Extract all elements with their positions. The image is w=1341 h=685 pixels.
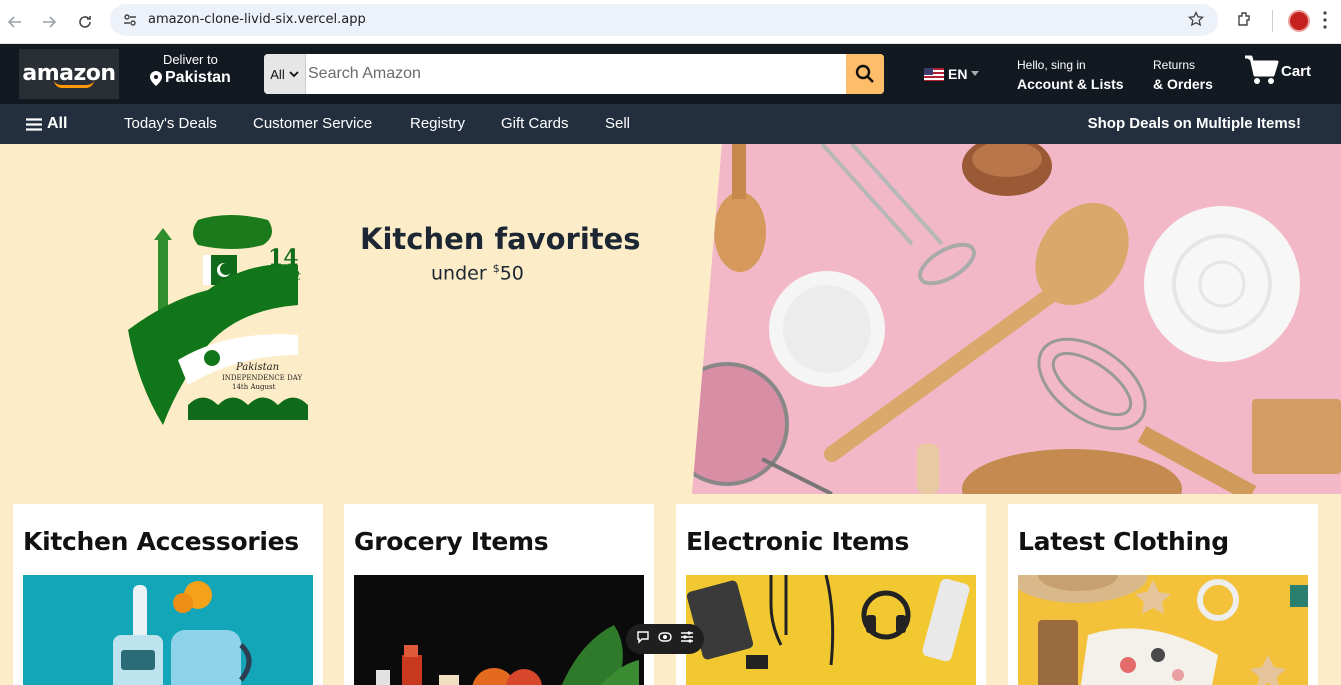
site-settings-icon[interactable] xyxy=(122,12,138,33)
hero-price: 50 xyxy=(499,262,524,285)
kitchen-utensils-image xyxy=(692,144,1341,494)
location-pin-icon xyxy=(150,70,162,86)
card-title: Kitchen Accessories xyxy=(23,527,299,556)
search-category-label: All xyxy=(270,66,285,82)
extensions-icon[interactable] xyxy=(1236,10,1254,33)
back-arrow-icon[interactable] xyxy=(2,9,28,35)
category-card-grocery[interactable]: Grocery Items xyxy=(344,504,654,685)
address-bar[interactable]: amazon-clone-livid-six.vercel.app xyxy=(110,4,1218,36)
url-text: amazon-clone-livid-six.vercel.app xyxy=(148,12,366,27)
logo-smile-icon xyxy=(54,80,94,88)
kitchen-accessories-image xyxy=(23,575,313,685)
currency-symbol: $ xyxy=(492,262,500,275)
nav-sell[interactable]: Sell xyxy=(605,115,630,132)
chevron-down-icon xyxy=(289,71,299,78)
bookmark-star-icon[interactable] xyxy=(1187,10,1205,32)
grocery-items-image xyxy=(354,575,644,685)
category-card-clothing[interactable]: Latest Clothing xyxy=(1008,504,1318,685)
deliver-label: Deliver to xyxy=(162,52,218,67)
category-card-electronics[interactable]: Electronic Items xyxy=(676,504,986,685)
card-title: Grocery Items xyxy=(354,527,549,556)
returns-label: Returns xyxy=(1153,58,1196,72)
reload-icon[interactable] xyxy=(72,9,98,35)
browser-toolbar: amazon-clone-livid-six.vercel.app xyxy=(0,0,1341,44)
hamburger-menu-icon xyxy=(26,117,42,131)
language-selector[interactable]: EN xyxy=(924,66,980,82)
cart-icon xyxy=(1245,55,1279,84)
forward-arrow-icon[interactable] xyxy=(36,9,62,35)
account-menu[interactable]: Hello, sing in Account & Lists xyxy=(1017,58,1124,92)
caret-down-icon xyxy=(971,71,980,76)
cart-button[interactable]: Cart xyxy=(1243,54,1311,86)
hero-title: Kitchen favorites xyxy=(360,222,641,256)
card-title: Electronic Items xyxy=(686,527,910,556)
search-bar: All xyxy=(264,54,884,94)
language-label: EN xyxy=(948,66,968,82)
search-input[interactable] xyxy=(306,54,846,94)
search-category-select[interactable]: All xyxy=(264,54,306,94)
svg-text:Pakistan: Pakistan xyxy=(235,362,279,373)
all-label: All xyxy=(47,115,68,132)
hero-subtitle: under $50 xyxy=(431,262,524,284)
nav-gift-cards[interactable]: Gift Cards xyxy=(501,115,569,132)
cart-label: Cart xyxy=(1281,63,1312,80)
site-header: amazon Deliver to Pakistan All EN Hello,… xyxy=(0,44,1341,104)
hero-subtitle-prefix: under xyxy=(431,262,493,285)
latest-clothing-image xyxy=(1018,575,1308,685)
sub-navigation: All Today's Deals Customer Service Regis… xyxy=(0,104,1341,144)
nav-todays-deals[interactable]: Today's Deals xyxy=(124,115,217,132)
deliver-to[interactable]: Deliver to Pakistan xyxy=(150,52,231,87)
hero-banner[interactable]: 14 August Pakistan INDEPENDENCE DAY 14th… xyxy=(0,144,1341,685)
deliver-location: Pakistan xyxy=(165,69,231,86)
greeting-text: Hello, sing in xyxy=(1017,58,1086,72)
orders-label: & Orders xyxy=(1153,76,1213,92)
electronic-items-image xyxy=(686,575,976,685)
svg-text:14th August: 14th August xyxy=(232,383,276,391)
floating-toolbar xyxy=(626,624,704,654)
search-button[interactable] xyxy=(846,54,884,94)
shop-deals-promo[interactable]: Shop Deals on Multiple Items! xyxy=(1088,115,1301,132)
returns-orders[interactable]: Returns & Orders xyxy=(1153,58,1213,92)
profile-avatar[interactable] xyxy=(1288,10,1310,32)
account-lists-label: Account & Lists xyxy=(1017,76,1124,92)
all-menu-button[interactable]: All xyxy=(26,115,67,133)
browser-menu-icon[interactable] xyxy=(1322,10,1328,35)
category-card-kitchen[interactable]: Kitchen Accessories xyxy=(13,504,323,685)
us-flag-icon xyxy=(924,67,944,81)
toolbar-divider xyxy=(1272,10,1273,32)
svg-text:INDEPENDENCE DAY: INDEPENDENCE DAY xyxy=(222,374,302,382)
nav-registry[interactable]: Registry xyxy=(410,115,465,132)
nav-customer-service[interactable]: Customer Service xyxy=(253,115,372,132)
view-icon[interactable] xyxy=(658,630,672,649)
amazon-logo[interactable]: amazon xyxy=(19,49,119,99)
search-icon xyxy=(855,64,874,83)
card-title: Latest Clothing xyxy=(1018,527,1229,556)
independence-day-emblem-icon: 14 August Pakistan INDEPENDENCE DAY 14th… xyxy=(128,215,308,425)
comment-icon[interactable] xyxy=(636,630,650,649)
settings-sliders-icon[interactable] xyxy=(680,630,694,649)
